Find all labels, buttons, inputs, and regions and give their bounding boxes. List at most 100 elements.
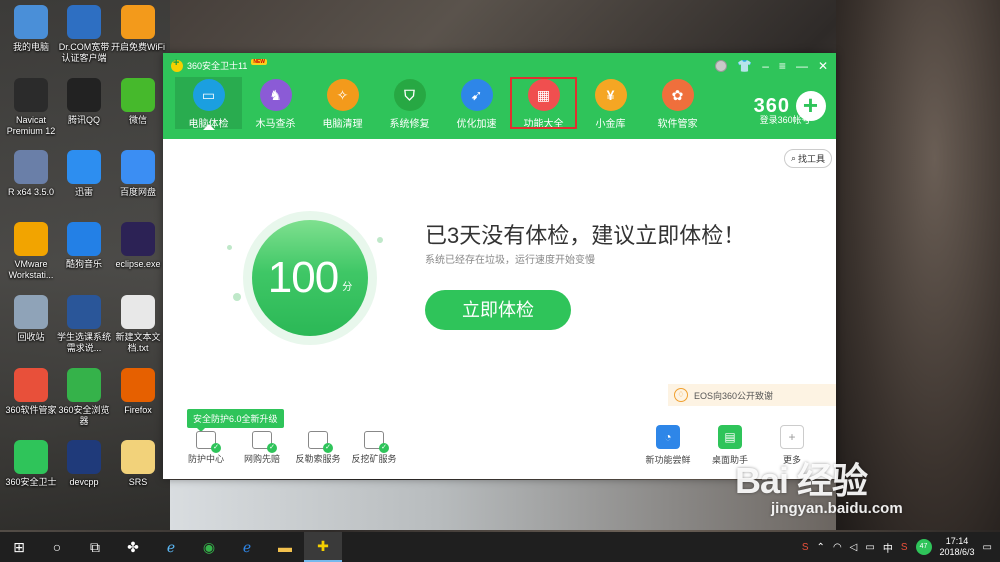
task-view-icon[interactable]: ⧉	[76, 532, 114, 562]
desktop-icon[interactable]: eclipse.exe	[110, 222, 166, 270]
360-tray-badge[interactable]: 47	[915, 539, 932, 555]
quick-tool[interactable]: ◔ 新功能尝鲜	[644, 425, 692, 466]
desktop-icon-label: 我的电脑	[12, 42, 49, 52]
checkup-subline: 系统已经存在垃圾，运行速度开始变慢	[425, 255, 595, 266]
battery-icon[interactable]: ▭	[865, 542, 874, 553]
start-button[interactable]: ⊞	[0, 532, 38, 562]
desktop-icon[interactable]: VMware Workstati...	[3, 222, 59, 281]
protection-tool[interactable]: 网购先赔	[237, 431, 287, 465]
desktop-icon[interactable]: 学生选课系统需求说...	[56, 295, 112, 354]
shield-check-icon	[308, 431, 333, 453]
volume-icon[interactable]: ◁	[850, 542, 858, 553]
desktop-helper-icon: ▤	[718, 425, 742, 449]
pc-checkup-icon: ▭	[192, 79, 225, 111]
menu-icon[interactable]: ≡	[779, 59, 786, 73]
new-badge: NEW	[251, 58, 268, 65]
decor-dot	[377, 237, 383, 243]
protection-tool[interactable]: 反勒索服务	[293, 431, 343, 465]
desktop-icon[interactable]: 回收站	[3, 295, 59, 343]
desktop-icon[interactable]: SRS	[110, 440, 166, 488]
desktop-icon[interactable]: Navicat Premium 12	[3, 78, 59, 137]
desktop-icon-label: 腾讯QQ	[67, 115, 100, 125]
close-button[interactable]: ✕	[818, 59, 828, 73]
window-header: 360安全卫士11 NEW 👕 – ≡ — ✕ ▭ 电脑体检 ♞ 木马查杀 ✧ 电脑清理 ⛉…	[163, 53, 836, 139]
new-feature-icon: ◔	[656, 425, 680, 449]
minimize-mode-icon[interactable]: –	[762, 59, 769, 73]
protection-tools: 防护中心 网购先赔 反勒索服务反挖矿服务	[181, 431, 399, 465]
desktop-icon[interactable]: 我的电脑	[3, 5, 59, 53]
360-browser-taskbar-icon[interactable]: ◉	[190, 532, 228, 562]
desktop-icon[interactable]: devcpp	[56, 440, 112, 488]
baidu-jingyan-watermark: Bai 经验 jingyan.baidu.com	[735, 452, 903, 517]
nav-item-treasury[interactable]: ¥ 小金库	[577, 77, 644, 130]
login-label[interactable]: 登录360帐号	[760, 113, 811, 126]
cortana-icon[interactable]: ○	[38, 532, 76, 562]
score-value: 100	[267, 253, 339, 302]
desktop-icon[interactable]: 新建文本文档.txt	[110, 295, 166, 354]
eos-icon: ♢	[674, 388, 688, 402]
desktop-icon[interactable]: 开启免费WiFi	[110, 5, 166, 53]
checkup-now-button[interactable]: 立即体检	[425, 290, 571, 330]
clock-date: 2018/6/3	[939, 547, 975, 557]
desktop-icon[interactable]: R x64 3.5.0	[3, 150, 59, 198]
desktop-icon[interactable]: 微信	[110, 78, 166, 126]
main-nav: ▭ 电脑体检 ♞ 木马查杀 ✧ 电脑清理 ⛉ 系统修复 ➹ 优化加速 ▦ 功能大全 ¥ 小金库 ✿ 软件管家	[175, 77, 711, 130]
desktop-icon[interactable]: 360安全卫士	[3, 440, 59, 488]
ime-indicator[interactable]: 中	[883, 540, 893, 555]
nav-item-pc-checkup[interactable]: ▭ 电脑体检	[175, 77, 242, 130]
pc-clean-icon: ✧	[326, 79, 359, 111]
nav-item-pc-clean[interactable]: ✧ 电脑清理	[309, 77, 376, 130]
nav-item-system-repair[interactable]: ⛉ 系统修复	[376, 77, 443, 130]
medal-icon[interactable]	[715, 60, 728, 72]
show-hidden-icon[interactable]: ⌃	[817, 542, 825, 553]
upgrade-tip[interactable]: 安全防护6.0全新升级	[187, 409, 284, 432]
minimize-button[interactable]: —	[796, 59, 808, 73]
desktop-icon[interactable]: 360软件管家	[3, 368, 59, 416]
nav-item-all-features[interactable]: ▦ 功能大全	[510, 77, 577, 130]
watermark-logo: Bai 经验	[735, 460, 868, 501]
desktop-icon-label: 回收站	[17, 332, 45, 342]
window-title-bar: 360安全卫士11 NEW	[171, 57, 268, 72]
skin-icon[interactable]: 👕	[737, 59, 752, 73]
vmware-icon	[14, 222, 48, 256]
navicat-icon	[14, 78, 48, 112]
nav-item-trojan-scan[interactable]: ♞ 木马查杀	[242, 77, 309, 130]
nav-item-label: 木马查杀	[255, 119, 296, 130]
nav-item-software-manager[interactable]: ✿ 软件管家	[644, 77, 711, 130]
system-tray: S ⌃ ◠ ◁ ▭ 中 S 47 17:14 2018/6/3 ▭	[802, 532, 1000, 562]
find-tool-label: 找工具	[797, 154, 825, 164]
desktop-icon[interactable]: Dr.COM宽带认证客户端	[56, 5, 112, 64]
protection-tool[interactable]: 防护中心	[181, 431, 231, 465]
sogou-icon[interactable]: S	[802, 542, 809, 553]
desktop-icon[interactable]: 迅雷	[56, 150, 112, 198]
nav-item-label: 软件管家	[657, 119, 698, 130]
account-area[interactable]: 360 + 登录360帐号	[754, 91, 826, 125]
desktop-icon[interactable]: 百度网盘	[110, 150, 166, 198]
desktop-icon-label: 微信	[128, 115, 147, 125]
network-icon[interactable]: ◠	[833, 542, 842, 553]
desktop-icon[interactable]: 360安全浏览器	[56, 368, 112, 427]
file-explorer-icon[interactable]: ▬	[266, 532, 304, 562]
r-icon	[14, 150, 48, 184]
sogou-ime-icon[interactable]: S	[901, 542, 908, 553]
speedup-icon: ➹	[460, 79, 493, 111]
360-logo-icon	[171, 57, 183, 72]
clock[interactable]: 17:14 2018/6/3	[940, 536, 975, 558]
taskbar: ⊞ ○ ⧉ ✤ ℯ ◉ ℯ ▬ ✚ S ⌃ ◠ ◁ ▭ 中 S 47 17:14…	[0, 532, 1000, 562]
recycle-bin-icon	[14, 295, 48, 329]
pinwheel-app-icon[interactable]: ✤	[114, 532, 152, 562]
notification-icon[interactable]: ▭	[983, 542, 992, 553]
desktop-icon[interactable]: 腾讯QQ	[56, 78, 112, 126]
eos-notice[interactable]: ♢ EOS向360公开致谢	[668, 384, 836, 406]
desktop-icon[interactable]: Firefox	[110, 368, 166, 416]
qq-icon	[67, 78, 101, 112]
find-tool-button[interactable]: ⌕ 找工具	[783, 149, 832, 168]
360-guard-taskbar-icon[interactable]: ✚	[304, 532, 342, 562]
desktop-icon[interactable]: 酷狗音乐	[56, 222, 112, 270]
nav-item-speedup[interactable]: ➹ 优化加速	[443, 77, 510, 130]
ie-icon[interactable]: ℯ	[152, 532, 190, 562]
nav-item-label: 系统修复	[389, 119, 430, 130]
protection-tool[interactable]: 反挖矿服务	[349, 431, 399, 465]
search-icon: ⌕	[790, 153, 796, 163]
edge-icon[interactable]: ℯ	[228, 532, 266, 562]
